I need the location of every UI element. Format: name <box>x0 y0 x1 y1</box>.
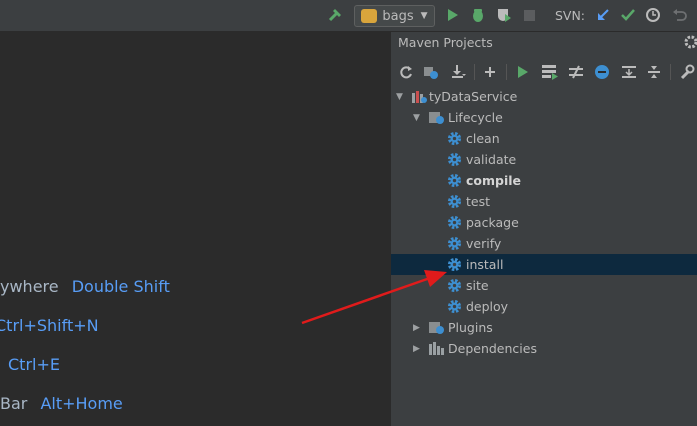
annotation-arrow <box>301 270 447 325</box>
